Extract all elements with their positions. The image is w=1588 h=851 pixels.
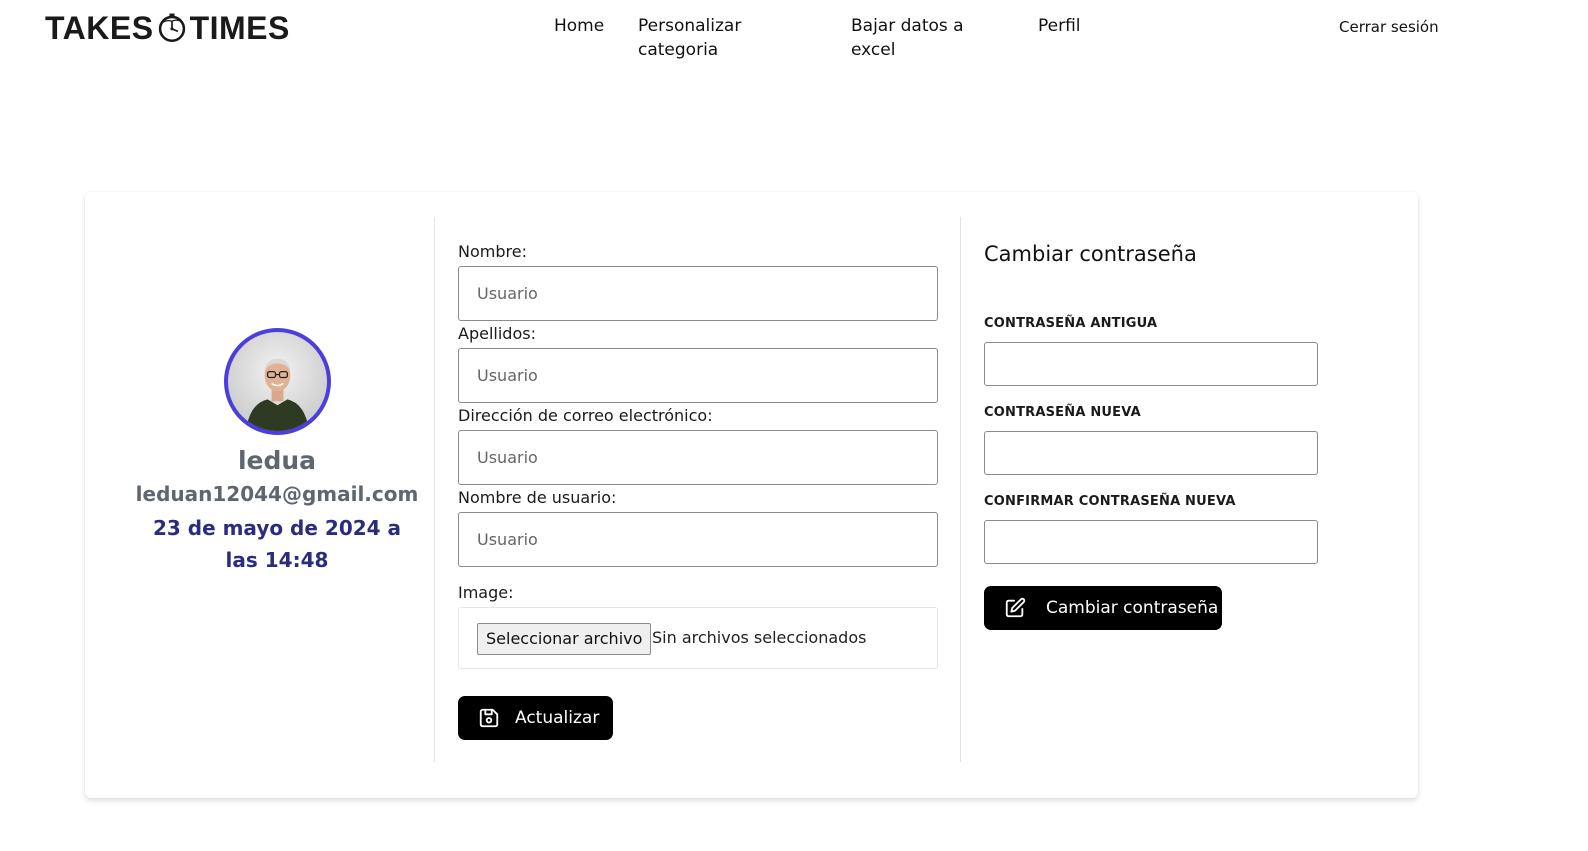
nav-link-bajar-datos-excel[interactable]: Bajar datos a excel (851, 14, 1003, 62)
nav-link-perfil[interactable]: Perfil (1038, 14, 1081, 62)
change-password-button[interactable]: Cambiar contraseña (984, 586, 1222, 630)
date-line: 23 de mayo de 2024 a (152, 516, 402, 540)
column-divider (960, 217, 961, 762)
save-icon (479, 708, 499, 728)
email-label: Dirección de correo electrónico: (458, 406, 713, 425)
username-label: Nombre de usuario: (458, 488, 617, 507)
profile-card: ledua leduan12044@gmail.com 23 de mayo d… (85, 192, 1418, 798)
app-logo[interactable]: TAKES TIMES (45, 8, 290, 48)
nombre-label: Nombre: (458, 242, 527, 261)
update-button-label: Actualizar (515, 708, 600, 728)
user-photo-icon (245, 358, 310, 431)
password-section-title: Cambiar contraseña (984, 242, 1197, 266)
username-input[interactable] (458, 512, 938, 567)
clock-logo-icon (158, 13, 185, 43)
logout-link[interactable]: Cerrar sesión (1339, 16, 1439, 38)
select-file-button[interactable]: Seleccionar archivo (477, 623, 652, 655)
logo-text-right: TIMES (189, 9, 290, 46)
confirm-password-input[interactable] (984, 520, 1318, 564)
apellidos-label: Apellidos: (458, 324, 536, 343)
date-line: las 14:48 (225, 548, 329, 572)
edit-icon (1005, 597, 1026, 618)
nav-link-home[interactable]: Home (554, 14, 604, 62)
old-password-input[interactable] (984, 342, 1318, 386)
image-label: Image: (458, 583, 514, 602)
main-nav: Home Personalizar categoria Bajar datos … (554, 14, 1116, 62)
change-password-button-label: Cambiar contraseña (1046, 598, 1219, 618)
file-status-text: Sin archivos seleccionados (652, 628, 867, 647)
nav-link-personalizar-categoria[interactable]: Personalizar categoria (638, 14, 816, 62)
profile-username: ledua (237, 446, 317, 475)
email-input[interactable] (458, 430, 938, 485)
logo-text-left: TAKES (45, 9, 154, 46)
update-button[interactable]: Actualizar (458, 696, 613, 740)
profile-joined-date: 23 de mayo de 2024 a las 14:48 (145, 512, 409, 576)
old-password-label: CONTRASEÑA ANTIGUA (984, 316, 1158, 331)
new-password-label: CONTRASEÑA NUEVA (984, 405, 1141, 420)
new-password-input[interactable] (984, 431, 1318, 475)
image-file-picker: Seleccionar archivo Sin archivos selecci… (458, 607, 938, 669)
nombre-input[interactable] (458, 266, 938, 321)
avatar (224, 328, 331, 435)
confirm-password-label: CONFIRMAR CONTRASEÑA NUEVA (984, 494, 1236, 509)
profile-email: leduan12044@gmail.com (135, 482, 419, 506)
apellidos-input[interactable] (458, 348, 938, 403)
